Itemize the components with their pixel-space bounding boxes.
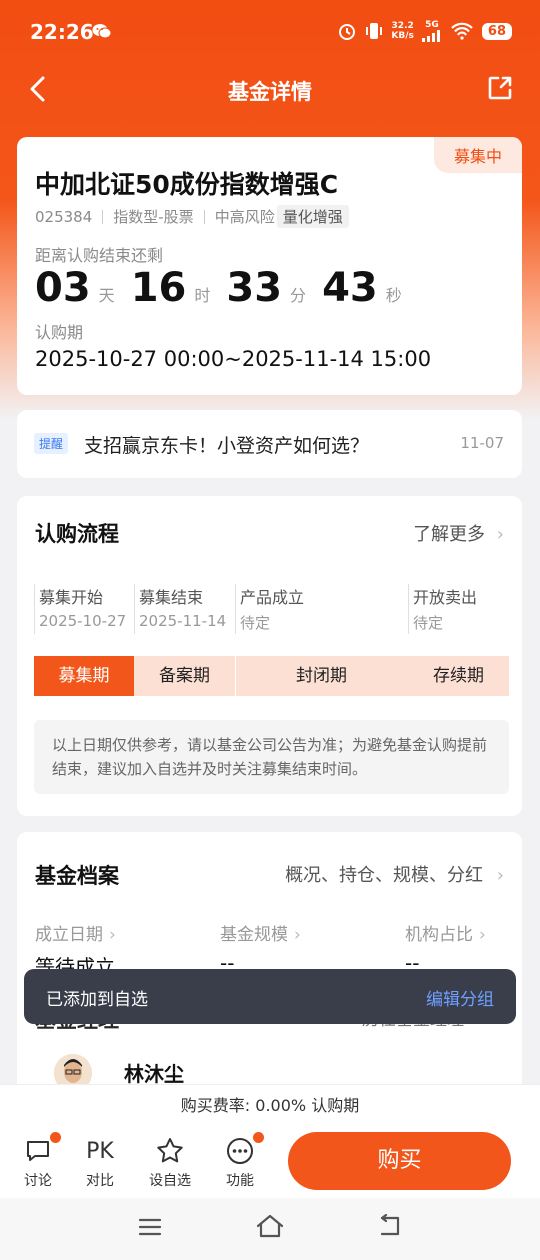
fund-summary-card: 募集中 中加北证50成份指数增强C 025384 指数型-股票 中高风险 量化增… (17, 137, 522, 395)
functions-button[interactable]: 功能 (214, 1132, 266, 1190)
countdown-label: 距离认购结束还剩 (35, 246, 164, 265)
fund-tags: 025384 指数型-股票 中高风险 量化增强 (35, 205, 349, 228)
status-badge: 募集中 (433, 137, 522, 173)
notification-dot (50, 1132, 61, 1143)
buy-button[interactable]: 购买 (288, 1132, 511, 1190)
process-steps: 募集开始 2025-10-27 募集结束 2025-11-14 产品成立 待定 … (34, 584, 478, 634)
metric-institution-ratio[interactable]: 机构占比 › -- (405, 920, 486, 975)
phase-raising: 募集期 (34, 656, 134, 696)
chevron-right-icon: › (109, 925, 116, 945)
phase-filing: 备案期 (159, 666, 210, 686)
chat-bubble-icon (27, 1141, 49, 1161)
process-note: 以上日期仅供参考，请以基金公司公告为准；为避免基金认购提前结束，建议加入自选并及… (34, 720, 509, 794)
divider (203, 209, 205, 224)
subscription-process-card: 认购流程 了解更多 › 募集开始 2025-10-27 募集结束 2025-11… (17, 496, 522, 816)
menu-icon[interactable] (138, 1216, 162, 1238)
section-title: 认购流程 (35, 522, 119, 546)
phase-ongoing: 存续期 (433, 666, 484, 686)
reminder-tag: 提醒 (34, 433, 69, 454)
fee-rate-bar: 购买费率: 0.00% 认购期 (0, 1084, 540, 1126)
countdown-seconds-unit: 秒 (385, 286, 402, 305)
countdown-seconds: 43 (322, 265, 378, 311)
countdown-minutes: 33 (226, 265, 283, 311)
app-header: 基金详情 (0, 64, 540, 116)
chevron-right-icon: › (479, 925, 486, 945)
toast-text: 已添加到自选 (46, 990, 148, 1010)
more-dots-icon (227, 1138, 253, 1164)
star-icon (157, 1138, 183, 1163)
learn-more-link[interactable]: 了解更多 › (413, 520, 504, 546)
fund-strategy-tag: 量化增强 (276, 205, 349, 228)
process-phases: 募集期 备案期 封闭期 存续期 (34, 656, 509, 696)
reminder-date: 11-07 (460, 434, 504, 452)
chevron-right-icon: › (496, 524, 504, 545)
page-title: 基金详情 (228, 80, 312, 104)
status-icons: 32.2 KB/s 5G 68 (337, 20, 512, 42)
status-time: 22:26 (30, 20, 94, 44)
notification-dot (253, 1132, 264, 1143)
countdown-days-unit: 天 (98, 286, 115, 305)
add-watchlist-button[interactable]: 设自选 (144, 1134, 196, 1190)
section-title: 基金档案 (35, 864, 119, 888)
countdown-minutes-unit: 分 (290, 286, 307, 305)
countdown-timer: 03 天 16 时 33 分 43 秒 (35, 265, 418, 311)
back-icon[interactable] (376, 1214, 404, 1238)
cellular-signal-icon: 5G (421, 20, 442, 42)
fund-risk: 中高风险 (214, 208, 275, 226)
pk-icon: PK (86, 1138, 114, 1164)
countdown-hours: 16 (130, 265, 187, 311)
phase-closed: 封闭期 (296, 666, 347, 686)
manager-name[interactable]: 林沐尘 (124, 1058, 184, 1087)
network-speed: 32.2 KB/s (391, 21, 414, 41)
reminder-text: 支招赢京东卡！小登资产如何选？ (84, 435, 370, 457)
profile-links[interactable]: 概况、持仓、规模、分红 › (285, 861, 504, 887)
vibrate-icon (366, 23, 383, 39)
wifi-icon (451, 22, 473, 40)
subscription-period-label: 认购期 (35, 323, 84, 342)
system-navigation-bar (0, 1198, 540, 1260)
countdown-days: 03 (35, 265, 91, 311)
discuss-button[interactable]: 讨论 (12, 1132, 64, 1190)
fund-profile-card: 基金档案 概况、持仓、规模、分红 › 成立日期 › 等待成立 基金规模 › -- 机… (17, 832, 522, 1102)
metric-fund-size[interactable]: 基金规模 › -- (220, 920, 301, 975)
share-icon[interactable] (486, 74, 514, 102)
fund-type: 指数型-股票 (113, 208, 194, 226)
chevron-right-icon: › (496, 865, 504, 886)
bottom-action-bar: 讨论 PK 对比 设自选 功能 购买 (0, 1126, 540, 1198)
divider (102, 209, 104, 224)
countdown-hours-unit: 时 (194, 286, 211, 305)
alarm-icon (339, 24, 356, 40)
compare-button[interactable]: PK 对比 (74, 1134, 126, 1190)
fund-code: 025384 (35, 207, 93, 226)
toast-notification: 已添加到自选 编辑分组 (24, 969, 516, 1024)
reminder-banner[interactable]: 提醒 支招赢京东卡！小登资产如何选？ 11-07 (17, 410, 522, 478)
status-bar: 22:26 32.2 KB/s 5G 68 (0, 0, 540, 64)
subscription-period-value: 2025-10-27 00:00~2025-11-14 15:00 (35, 347, 432, 371)
chevron-right-icon: › (294, 925, 301, 945)
fund-name: 中加北证50成份指数增强C (35, 170, 339, 199)
edit-group-button[interactable]: 编辑分组 (426, 985, 494, 1010)
battery-level: 68 (481, 22, 512, 40)
home-icon[interactable] (255, 1213, 285, 1239)
wechat-icon (92, 24, 112, 39)
